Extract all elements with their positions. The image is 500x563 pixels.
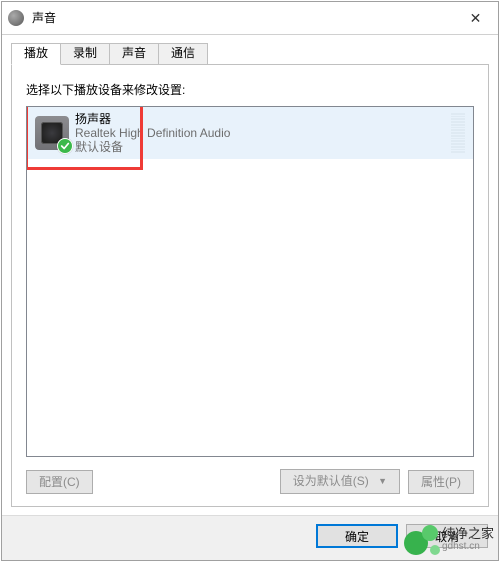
close-icon: ✕ [470, 10, 482, 27]
brand-logo-icon [404, 523, 438, 557]
close-button[interactable]: ✕ [453, 3, 498, 34]
sound-dialog-window: 声音 ✕ 播放 录制 声音 通信 选择以下播放设备来修改设置: [1, 1, 499, 561]
brand-name: 纯净之家 [442, 527, 494, 540]
device-driver: Realtek High Definition Audio [75, 126, 230, 140]
device-text: 扬声器 Realtek High Definition Audio 默认设备 [75, 112, 230, 154]
level-meter [451, 113, 465, 153]
set-default-button[interactable]: 设为默认值(S) ▼ [280, 469, 400, 494]
configure-button[interactable]: 配置(C) [26, 470, 93, 494]
watermark-brand: 纯净之家 gdhst.cn [402, 521, 496, 559]
tab-playback[interactable]: 播放 [11, 43, 61, 65]
app-icon [8, 10, 24, 26]
tab-bar: 播放 录制 声音 通信 [11, 42, 489, 64]
chevron-down-icon: ▼ [378, 473, 387, 489]
window-title: 声音 [32, 10, 453, 26]
properties-button[interactable]: 属性(P) [408, 470, 474, 494]
panel-button-row: 配置(C) 设为默认值(S) ▼ 属性(P) [26, 469, 474, 494]
device-list[interactable]: 扬声器 Realtek High Definition Audio 默认设备 [26, 106, 474, 457]
dialog-body: 播放 录制 声音 通信 选择以下播放设备来修改设置: 扬声器 [2, 35, 498, 515]
set-default-label: 设为默认值(S) [293, 474, 369, 488]
device-item-speakers[interactable]: 扬声器 Realtek High Definition Audio 默认设备 [27, 107, 473, 159]
device-name: 扬声器 [75, 112, 230, 126]
tab-communication[interactable]: 通信 [159, 43, 208, 64]
device-icon-wrap [35, 116, 69, 150]
instruction-text: 选择以下播放设备来修改设置: [26, 81, 474, 98]
titlebar: 声音 ✕ [2, 2, 498, 35]
playback-panel: 选择以下播放设备来修改设置: 扬声器 Realtek High Definiti… [11, 64, 489, 507]
tab-record[interactable]: 录制 [61, 43, 110, 64]
default-check-icon [57, 138, 73, 154]
tab-sound[interactable]: 声音 [110, 43, 159, 64]
ok-button[interactable]: 确定 [316, 524, 398, 548]
brand-url: gdhst.cn [442, 540, 494, 553]
device-status: 默认设备 [75, 140, 230, 154]
